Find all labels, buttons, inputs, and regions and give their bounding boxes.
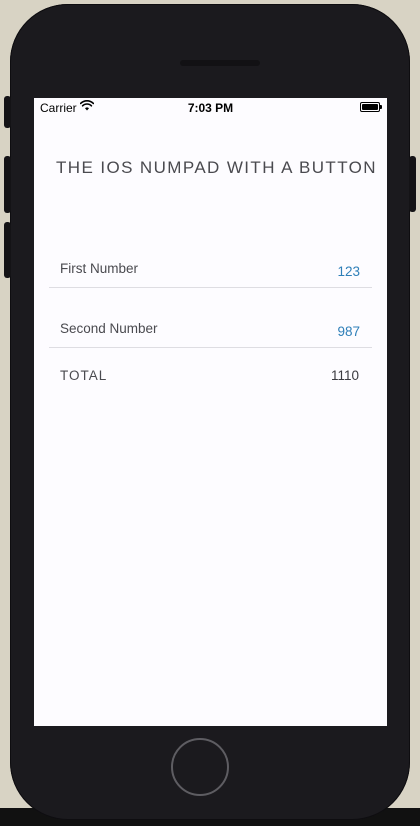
status-time: 7:03 PM [187, 101, 234, 115]
total-label: TOTAL [60, 368, 108, 383]
page-title: THE IOS NUMPAD WITH A BUTTON [56, 158, 377, 177]
battery-icon [360, 102, 382, 112]
total-value: 1110 [330, 368, 359, 383]
first-number-label: First Number [60, 261, 139, 276]
second-number-input[interactable]: 987 [337, 324, 360, 339]
total-row: TOTAL 1110 [49, 361, 372, 385]
status-bar: Carrier 7:03 PM [34, 98, 387, 118]
home-button[interactable] [171, 738, 229, 796]
volume-down-button [4, 222, 11, 278]
second-number-row[interactable]: Second Number 987 [49, 307, 372, 348]
first-number-row[interactable]: First Number 123 [49, 247, 372, 288]
app-screen: Carrier 7:03 PM THE IOS NUMPAD WITH A BU… [34, 98, 387, 726]
second-number-label: Second Number [60, 321, 158, 336]
mute-switch [4, 96, 11, 128]
volume-up-button [4, 156, 11, 213]
speaker-grille [180, 60, 260, 66]
first-number-input[interactable]: 123 [337, 264, 360, 279]
power-button [409, 156, 416, 212]
